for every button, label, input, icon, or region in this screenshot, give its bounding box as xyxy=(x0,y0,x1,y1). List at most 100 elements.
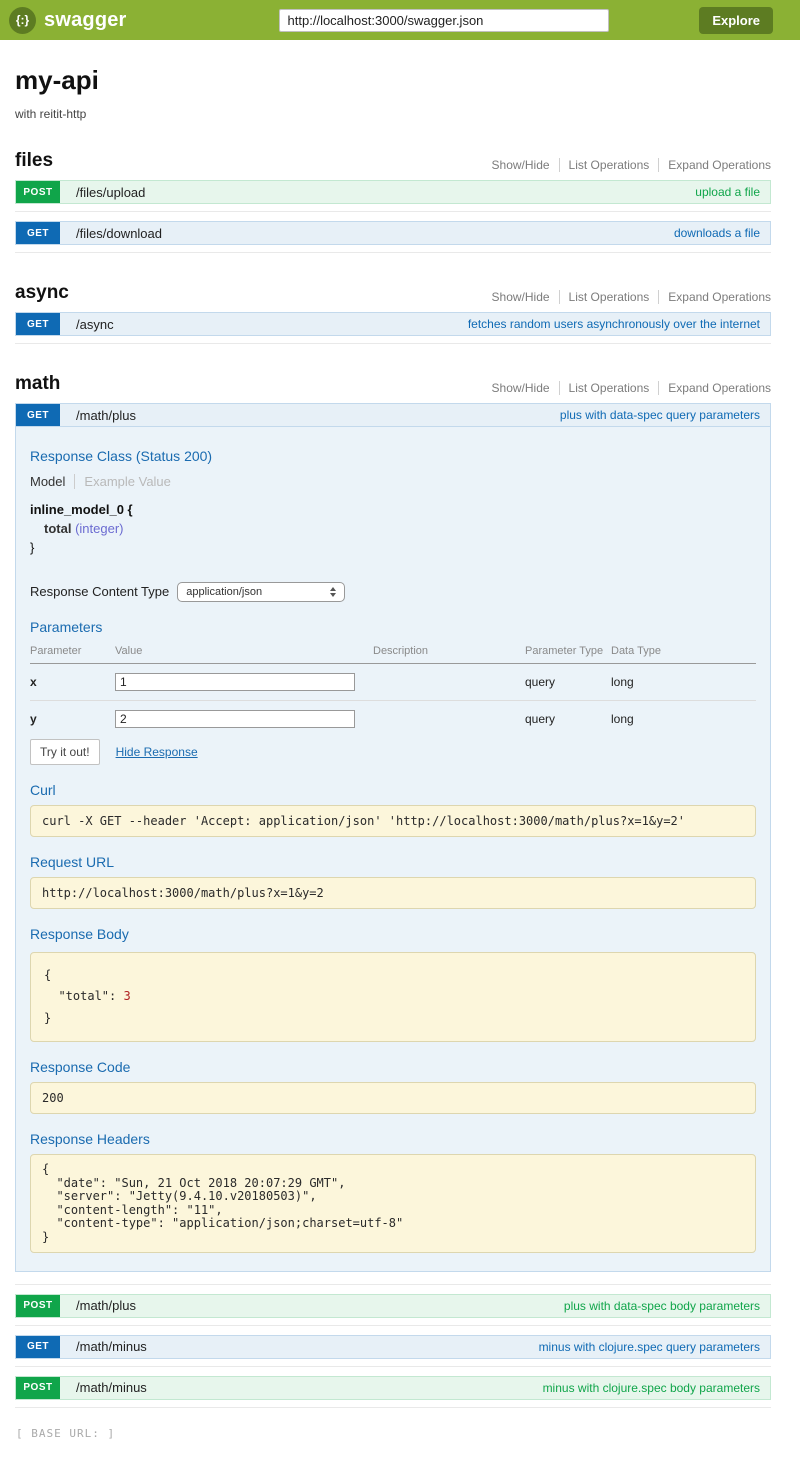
list-operations-link[interactable]: List Operations xyxy=(559,290,659,304)
show-hide-link[interactable]: Show/Hide xyxy=(483,158,559,172)
try-it-out-button[interactable]: Try it out! xyxy=(30,739,100,765)
try-it-row: Try it out! Hide Response xyxy=(30,739,756,765)
col-value: Value xyxy=(115,642,373,664)
model-name: inline_model_0 { xyxy=(30,501,756,520)
model-tabs: Model Example Value xyxy=(30,474,756,489)
operation-row-get-math-plus[interactable]: GET /math/plus plus with data-spec query… xyxy=(15,403,771,427)
col-parameter-type: Parameter Type xyxy=(525,642,611,664)
col-description: Description xyxy=(373,642,525,664)
request-url-box: http://localhost:3000/math/plus?x=1&y=2 xyxy=(30,877,756,909)
operation-separator xyxy=(15,1407,771,1408)
section-links-files: Show/Hide List Operations Expand Operati… xyxy=(483,158,771,172)
post-method-badge: POST xyxy=(16,1295,60,1317)
operation-row-get-async[interactable]: GET /async fetches random users asynchro… xyxy=(15,312,771,336)
response-body-heading: Response Body xyxy=(30,926,756,942)
operation-summary-link[interactable]: plus with data-spec query parameters xyxy=(560,404,770,426)
tab-model[interactable]: Model xyxy=(30,474,74,489)
param-description xyxy=(373,700,525,737)
model-property-name: total xyxy=(44,521,71,536)
operation-path-link[interactable]: /files/upload xyxy=(60,181,145,203)
param-y-input[interactable] xyxy=(115,710,355,728)
operation-row-get-files-download[interactable]: GET /files/download downloads a file xyxy=(15,221,771,245)
response-content-type-label: Response Content Type xyxy=(30,584,169,599)
show-hide-link[interactable]: Show/Hide xyxy=(483,290,559,304)
parameter-row-y: y query long xyxy=(30,700,756,737)
response-body-box: { "total": 3} xyxy=(30,952,756,1043)
get-method-badge: GET xyxy=(16,1336,60,1358)
model-property-type: (integer) xyxy=(75,521,123,536)
param-data-type: long xyxy=(611,700,756,737)
operation-row-post-math-plus[interactable]: POST /math/plus plus with data-spec body… xyxy=(15,1294,771,1318)
operation-row-get-math-minus[interactable]: GET /math/minus minus with clojure.spec … xyxy=(15,1335,771,1359)
operation-path-link[interactable]: /math/plus xyxy=(60,1295,136,1317)
col-parameter: Parameter xyxy=(30,642,115,664)
response-code-heading: Response Code xyxy=(30,1059,756,1075)
base-url-footer: [ BASE URL: ] xyxy=(16,1427,771,1440)
operation-path-link[interactable]: /math/minus xyxy=(60,1377,147,1399)
operation-path-link[interactable]: /math/minus xyxy=(60,1336,147,1358)
get-method-badge: GET xyxy=(16,222,60,244)
explore-button[interactable]: Explore xyxy=(699,7,773,34)
operation-path-link[interactable]: /files/download xyxy=(60,222,162,244)
json-open-brace: { xyxy=(44,965,742,987)
operation-summary-link[interactable]: downloads a file xyxy=(674,222,770,244)
curl-heading: Curl xyxy=(30,782,756,798)
list-operations-link[interactable]: List Operations xyxy=(559,158,659,172)
api-description: with reitit-http xyxy=(15,107,771,121)
json-close-brace: } xyxy=(44,1008,742,1030)
model-signature: inline_model_0 { total (integer) } xyxy=(30,501,756,558)
section-header-async: async Show/Hide List Operations Expand O… xyxy=(15,282,771,304)
tab-example-value[interactable]: Example Value xyxy=(74,474,170,489)
section-title-files: files xyxy=(15,150,53,172)
operation-row-post-files-upload[interactable]: POST /files/upload upload a file xyxy=(15,180,771,204)
json-total-line: "total": 3 xyxy=(44,986,742,1008)
param-x-input[interactable] xyxy=(115,673,355,691)
section-header-files: files Show/Hide List Operations Expand O… xyxy=(15,150,771,172)
post-method-badge: POST xyxy=(16,1377,60,1399)
model-closing-brace: } xyxy=(30,539,756,558)
section-title-async: async xyxy=(15,282,69,304)
param-name: y xyxy=(30,700,115,737)
brand-name: swagger xyxy=(44,9,127,32)
hide-response-link[interactable]: Hide Response xyxy=(116,745,198,759)
operation-summary-link[interactable]: minus with clojure.spec body parameters xyxy=(543,1377,770,1399)
parameters-heading: Parameters xyxy=(30,619,756,635)
main-content: my-api with reitit-http files Show/Hide … xyxy=(0,65,800,1440)
param-description xyxy=(373,663,525,700)
response-headers-box: { "date": "Sun, 21 Oct 2018 20:07:29 GMT… xyxy=(30,1154,756,1253)
operation-path-link[interactable]: /async xyxy=(60,313,114,335)
api-url-input[interactable] xyxy=(279,9,609,32)
operation-separator xyxy=(15,211,771,212)
response-headers-heading: Response Headers xyxy=(30,1131,756,1147)
request-url-heading: Request URL xyxy=(30,854,756,870)
section-links-math: Show/Hide List Operations Expand Operati… xyxy=(483,381,771,395)
section-header-math: math Show/Hide List Operations Expand Op… xyxy=(15,373,771,395)
get-method-badge: GET xyxy=(16,313,60,335)
operation-summary-link[interactable]: plus with data-spec body parameters xyxy=(564,1295,770,1317)
response-code-box: 200 xyxy=(30,1082,756,1114)
operation-summary-link[interactable]: upload a file xyxy=(695,181,770,203)
operation-path-link[interactable]: /math/plus xyxy=(60,404,136,426)
response-content-type-select[interactable]: application/json xyxy=(177,582,345,602)
select-updown-icon xyxy=(330,587,336,597)
operation-row-post-math-minus[interactable]: POST /math/minus minus with clojure.spec… xyxy=(15,1376,771,1400)
expand-operations-link[interactable]: Expand Operations xyxy=(658,158,771,172)
parameter-row-x: x query long xyxy=(30,663,756,700)
swagger-brand[interactable]: {:} swagger xyxy=(9,7,127,34)
operation-separator xyxy=(15,252,771,253)
operation-summary-link[interactable]: fetches random users asynchronously over… xyxy=(468,313,770,335)
operation-detail-panel: Response Class (Status 200) Model Exampl… xyxy=(15,427,771,1272)
expand-operations-link[interactable]: Expand Operations xyxy=(658,290,771,304)
top-header-bar: {:} swagger Explore xyxy=(0,0,800,40)
expand-operations-link[interactable]: Expand Operations xyxy=(658,381,771,395)
col-data-type: Data Type xyxy=(611,642,756,664)
operation-separator xyxy=(15,1284,771,1285)
show-hide-link[interactable]: Show/Hide xyxy=(483,381,559,395)
swagger-logo-icon: {:} xyxy=(9,7,36,34)
parameters-table: Parameter Value Description Parameter Ty… xyxy=(30,642,756,737)
operation-summary-link[interactable]: minus with clojure.spec query parameters xyxy=(539,1336,770,1358)
param-type: query xyxy=(525,663,611,700)
list-operations-link[interactable]: List Operations xyxy=(559,381,659,395)
selected-content-type: application/json xyxy=(186,586,262,598)
param-type: query xyxy=(525,700,611,737)
